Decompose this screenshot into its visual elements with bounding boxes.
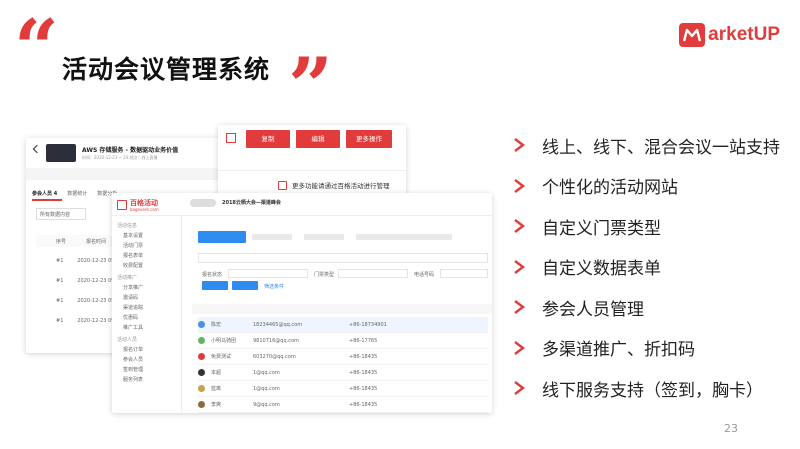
- chevron-right-icon: [514, 381, 525, 396]
- tab-attendees[interactable]: 参会人员 4: [32, 190, 57, 197]
- chevron-right-icon: [514, 300, 525, 315]
- feature-text: 参会人员管理: [542, 299, 644, 320]
- event-thumbnail: [46, 144, 76, 162]
- open-quote-mark: “: [14, 3, 59, 94]
- chevron-right-icon: [514, 340, 525, 355]
- attendee-management-screenshot: 百格活动 bagevent.com 2018云栖大会—渠道峰会 活动信息 基本设…: [112, 193, 492, 413]
- back-pill-button[interactable]: [190, 199, 216, 207]
- feature-text: 自定义数据表单: [542, 259, 661, 280]
- table-row[interactable]: 陈宏 18234465@qq.com +86-18734901: [198, 317, 488, 333]
- sidebar-item[interactable]: 报名订单: [123, 346, 176, 353]
- avatar: [198, 401, 205, 408]
- event-meta: 时间：2020-12-23 ~ 24 地点：线上直播: [82, 155, 158, 160]
- sidebar-section-heading: 活动人员: [117, 337, 138, 343]
- table-row: #1 2020-12-23 09:: [56, 298, 117, 304]
- feature-text: 线上、线下、混合会议一站支持: [542, 137, 780, 158]
- edit-button[interactable]: 编辑: [296, 130, 340, 148]
- table-row[interactable]: 蓝离 1@qq.com +86-18435: [198, 381, 488, 397]
- feature-item: 自定义门票类型: [512, 206, 780, 247]
- close-quote-mark: ”: [288, 41, 333, 132]
- table-row: #1 2020-12-23 09:: [56, 278, 117, 284]
- sidebar-item[interactable]: 分享推广: [123, 284, 176, 291]
- table-row[interactable]: 本超 1@qq.com +86-18435: [198, 365, 488, 381]
- sidebar-item[interactable]: 参会人员: [123, 356, 176, 363]
- feature-item: 线下服务支持（签到，胸卡）: [512, 368, 780, 409]
- bagevent-domain: bagevent.com: [130, 207, 159, 212]
- sidebar-item[interactable]: 优惠码: [123, 314, 176, 321]
- sidebar-section-heading: 活动信息: [117, 223, 138, 229]
- feature-item: 多渠道推广、折扣码: [512, 328, 780, 369]
- sidebar-item[interactable]: 邀请码: [123, 294, 176, 301]
- event-actions-screenshot: 复制 编辑 更多操作 更多功能请通过百格活动进行管理: [218, 125, 406, 200]
- search-button[interactable]: [202, 281, 228, 290]
- sidebar-item[interactable]: 渠道追踪: [123, 304, 176, 311]
- filter-select[interactable]: 所有数据内容: [36, 208, 86, 220]
- status-select[interactable]: [228, 269, 308, 278]
- sidebar-section-heading: 活动推广: [117, 275, 138, 281]
- tab-strip: [252, 234, 452, 240]
- chevron-right-icon: [514, 178, 525, 193]
- avatar: [198, 337, 205, 344]
- col-time-header: 报名时间: [86, 239, 107, 245]
- chevron-right-icon: [514, 219, 525, 234]
- qrcode-icon: [226, 133, 236, 143]
- sidebar-item[interactable]: 推广工具: [123, 324, 176, 331]
- ticket-type-select[interactable]: [338, 269, 408, 278]
- brand-logo: arketUP: [679, 23, 780, 47]
- chevron-right-icon: [514, 259, 525, 274]
- sidebar-item[interactable]: 签到管理: [123, 366, 176, 373]
- feature-text: 自定义门票类型: [542, 218, 661, 239]
- table-row: #1 2020-12-23 09:: [56, 258, 117, 264]
- manage-notice[interactable]: 更多功能请通过百格活动进行管理: [292, 180, 390, 190]
- avatar: [198, 321, 205, 328]
- table-row: #1 2020-12-23 09:: [56, 318, 117, 324]
- search-input[interactable]: [198, 253, 488, 263]
- feature-text: 多渠道推广、折扣码: [542, 340, 695, 361]
- brand-m-icon: [679, 23, 706, 47]
- reset-button[interactable]: [232, 281, 258, 290]
- filter-label: 门票类型: [314, 272, 335, 278]
- avatar: [198, 353, 205, 360]
- sidebar-item[interactable]: 服务列表: [123, 376, 176, 383]
- sidebar-item[interactable]: 报名表单: [123, 252, 176, 259]
- back-arrow-icon: [32, 144, 42, 154]
- filter-link[interactable]: 筛选条件: [264, 283, 284, 290]
- table-row[interactable]: 免费测试 603270@qq.com +86-18435: [198, 349, 488, 365]
- feature-text: 线下服务支持（签到，胸卡）: [542, 380, 763, 401]
- phone-input[interactable]: [440, 269, 488, 278]
- page-number: 23: [724, 422, 738, 435]
- sidebar-item[interactable]: 活动门票: [123, 242, 176, 249]
- feature-text: 个性化的活动网站: [542, 178, 678, 199]
- tab-active[interactable]: [198, 231, 246, 243]
- col-no-header: 序号: [56, 239, 67, 245]
- tab-stats[interactable]: 数据统计: [67, 190, 87, 197]
- feature-item: 参会人员管理: [512, 287, 780, 328]
- copy-button[interactable]: 复制: [246, 130, 290, 148]
- chevron-right-icon: [514, 138, 525, 153]
- bagevent-icon: [278, 181, 287, 190]
- table-header: [192, 304, 492, 314]
- admin-sidebar: 活动信息 基本设置 活动门票 报名表单 收费配置 活动推广 分享推广 邀请码 渠…: [112, 216, 182, 413]
- feature-item: 个性化的活动网站: [512, 166, 780, 207]
- brand-name: arketUP: [708, 24, 780, 45]
- table-row[interactable]: 小明马骑团 9810716@qq.com +86-17765: [198, 333, 488, 349]
- sidebar-item[interactable]: 收费配置: [123, 262, 176, 269]
- sidebar-item[interactable]: 基本设置: [123, 232, 176, 239]
- avatar: [198, 385, 205, 392]
- event-title: AWS 存储服务 - 数据驱动业务价值: [82, 147, 179, 154]
- slide-title: 活动会议管理系统: [62, 55, 271, 84]
- avatar: [198, 369, 205, 376]
- feature-item: 自定义数据表单: [512, 247, 780, 288]
- feature-list: 线上、线下、混合会议一站支持 个性化的活动网站 自定义门票类型 自定义数据表单 …: [512, 125, 780, 409]
- filter-label: 电话号码: [414, 272, 435, 278]
- more-actions-button[interactable]: 更多操作: [346, 130, 392, 148]
- event-title: 2018云栖大会—渠道峰会: [222, 200, 281, 206]
- bagevent-logo-icon: [117, 200, 127, 210]
- filter-label: 报名状态: [202, 272, 223, 278]
- feature-item: 线上、线下、混合会议一站支持: [512, 125, 780, 166]
- table-row[interactable]: 李爽 9@qq.com +86-18435: [198, 397, 488, 413]
